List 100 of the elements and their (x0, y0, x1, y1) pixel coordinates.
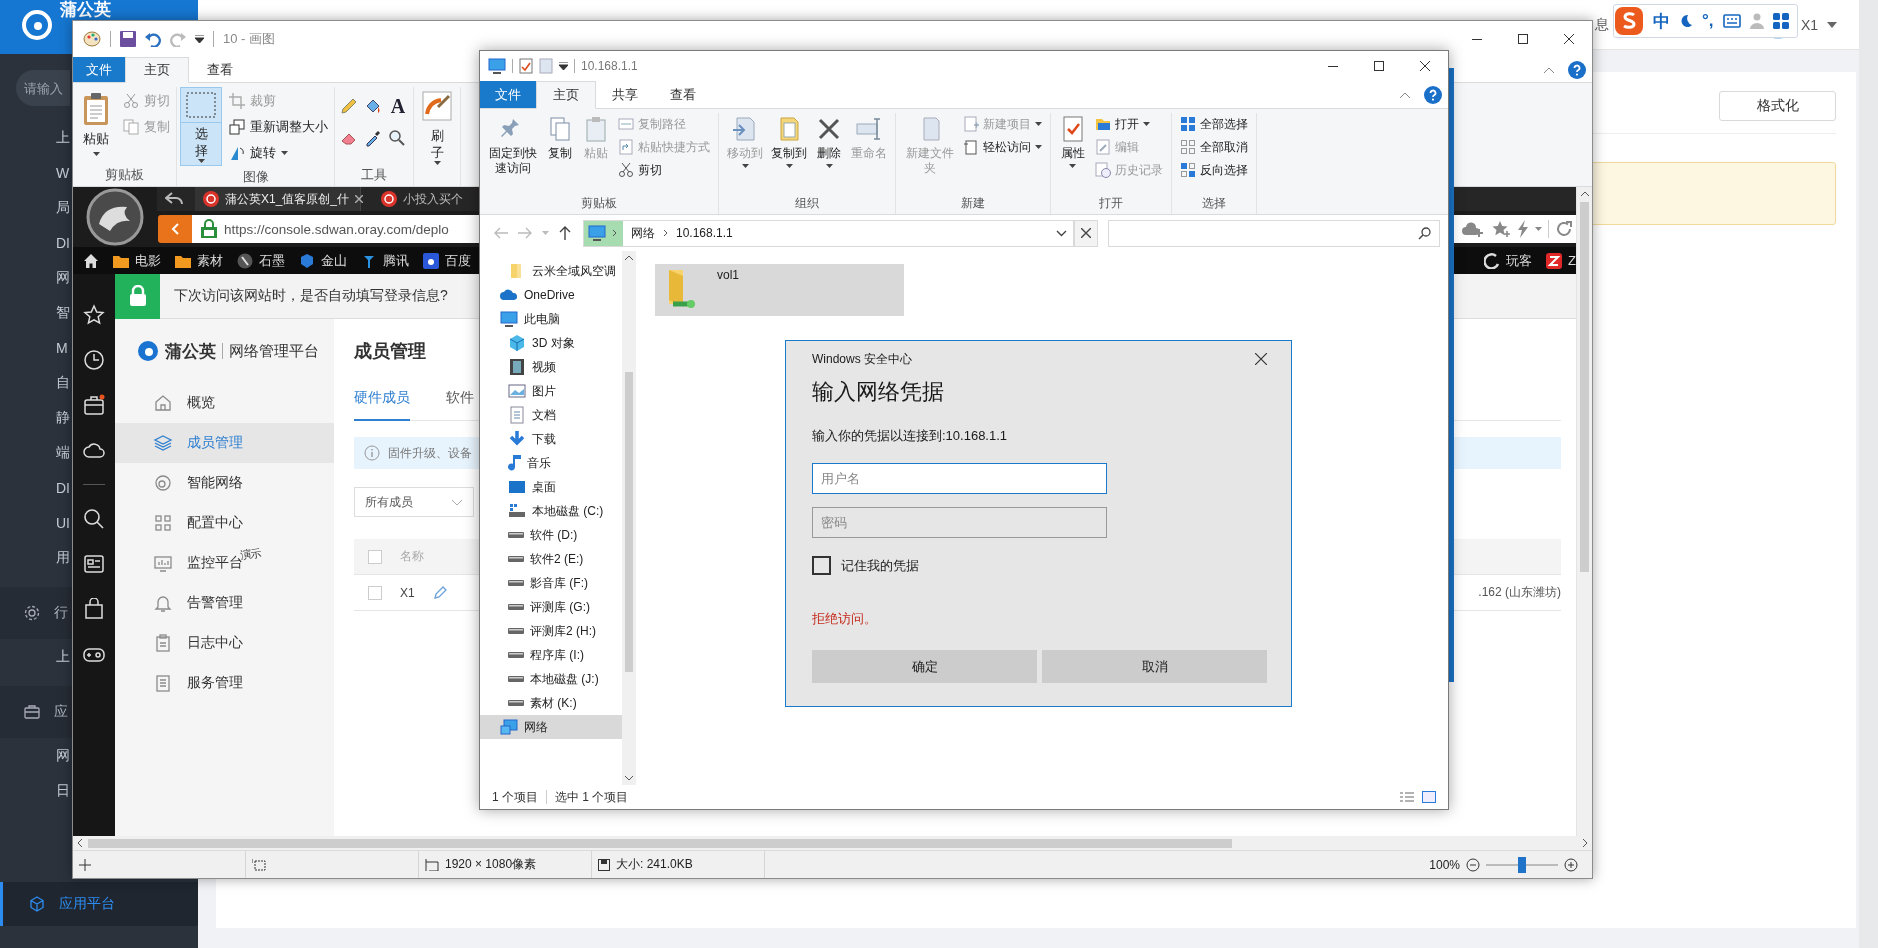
messages-link[interactable]: 息 (1594, 15, 1609, 34)
tab[interactable]: 硬件成员 (354, 389, 410, 421)
ribbon-button[interactable]: 属性 (1055, 113, 1090, 170)
bookmark[interactable]: 素材 (175, 251, 223, 270)
sidebar-item[interactable]: 行 (0, 587, 72, 639)
ribbon-button[interactable]: 剪切 (615, 159, 714, 181)
folder-item[interactable]: vol1 (655, 264, 904, 316)
keyboard-icon[interactable] (1722, 14, 1741, 28)
sidebar-item[interactable]: 应 (0, 686, 72, 738)
ribbon-tab[interactable]: 共享 (596, 81, 654, 108)
sidebar-item[interactable]: 用 (0, 540, 72, 575)
bookmark[interactable]: 腾讯 (361, 251, 409, 270)
nav-item[interactable]: 智能网络 (115, 463, 334, 503)
breadcrumb[interactable]: 10.168.1.1 (676, 226, 733, 240)
nav-pane-item[interactable]: 此电脑 (480, 307, 622, 331)
nav-pane-item[interactable]: 本地磁盘 (J:) (480, 667, 622, 691)
bookmark[interactable]: 玩客 (1484, 251, 1533, 270)
news-icon[interactable] (83, 553, 105, 575)
location-root[interactable] (584, 220, 623, 246)
checkbox-label[interactable]: 记住我的凭据 (841, 556, 919, 575)
ribbon-tab[interactable]: 主页 (536, 81, 596, 109)
zoom-in-icon[interactable] (1564, 857, 1578, 872)
nav-pane-item[interactable]: 图片 (480, 379, 622, 403)
close-icon[interactable] (1255, 353, 1267, 365)
sidebar-item[interactable]: 端 (0, 435, 72, 470)
properties-icon[interactable] (519, 58, 533, 74)
password-field[interactable]: 密码 (812, 507, 1107, 538)
sidebar-item[interactable]: 自 (0, 365, 72, 400)
history-dropdown-icon[interactable] (1056, 229, 1067, 237)
tab[interactable]: 软件 (446, 389, 474, 421)
clock-icon[interactable] (83, 349, 105, 371)
nav-item[interactable]: 监控平台 演示 (115, 543, 334, 583)
sidebar-item[interactable]: M (0, 330, 72, 365)
bookmark[interactable]: 百度 (423, 251, 471, 270)
ribbon-button[interactable]: 删除 (812, 113, 847, 170)
history-back-icon[interactable] (165, 192, 183, 206)
apps-grid-icon[interactable] (1772, 13, 1789, 29)
bookmark[interactable]: 电影 (113, 251, 161, 270)
username-field[interactable]: 用户名 (812, 463, 1107, 494)
vertical-scrollbar[interactable] (622, 251, 636, 785)
search-field[interactable] (1108, 219, 1440, 247)
sidebar-item[interactable]: 应用平台 (0, 882, 198, 926)
checkbox[interactable] (812, 556, 831, 575)
nav-item[interactable]: 概览 (115, 383, 334, 423)
browser-tab[interactable]: 蒲公英X1_值客原创_什 (195, 187, 361, 211)
nav-pane-item[interactable]: 评测库 (G:) (480, 595, 622, 619)
sogou-logo-icon[interactable] (1614, 6, 1644, 36)
ribbon-button[interactable]: 旋转 (226, 141, 331, 165)
up-arrow-icon[interactable] (559, 226, 571, 240)
maximize-icon[interactable] (1374, 61, 1384, 71)
sidebar-item[interactable]: 智 (0, 295, 72, 330)
sidebar-item[interactable]: 网 (0, 260, 72, 295)
sidebar-item[interactable]: 局 (0, 190, 72, 225)
nav-pane-item[interactable]: OneDrive (480, 283, 622, 307)
nav-pane-item[interactable]: 3D 对象 (480, 331, 622, 355)
ribbon-button[interactable]: 反向选择 (1176, 159, 1251, 181)
nav-item[interactable]: 告警管理 (115, 583, 334, 623)
nav-pane-item[interactable]: 本地磁盘 (C:) (480, 499, 622, 523)
nav-pane-item[interactable]: 下载 (480, 427, 622, 451)
file-menu-tab[interactable]: 文件 (73, 57, 125, 82)
close-tab-icon[interactable] (355, 195, 364, 203)
address-bar[interactable]: 网络 10.168.1.1 (583, 219, 1074, 247)
fill-bucket-icon[interactable] (364, 97, 382, 115)
sidebar-item[interactable]: DI (0, 470, 72, 505)
nav-item[interactable]: 配置中心 (115, 503, 334, 543)
search-icon[interactable] (83, 508, 105, 530)
ribbon-button[interactable]: 打开 (1091, 113, 1166, 135)
sidebar-item[interactable]: 静 (0, 400, 72, 435)
refresh-icon[interactable] (1555, 220, 1573, 238)
collapse-ribbon-icon[interactable] (1400, 91, 1410, 98)
sidebar-item[interactable]: 上 (0, 120, 72, 155)
slider-thumb[interactable] (1518, 856, 1526, 873)
magnifier-icon[interactable] (388, 129, 406, 147)
shopping-bag-icon[interactable] (83, 598, 105, 620)
input-language[interactable]: 中 (1653, 9, 1670, 33)
ribbon-button[interactable]: 固定到快速访问 (485, 113, 542, 178)
breadcrumb[interactable]: 网络 (631, 224, 655, 242)
nav-item[interactable]: 服务管理 (115, 663, 334, 703)
punctuation-mode[interactable]: °, (1702, 11, 1714, 31)
pencil-icon[interactable] (432, 585, 447, 600)
scrollbar[interactable] (1859, 0, 1878, 948)
nav-pane-item[interactable]: 桌面 (480, 475, 622, 499)
ribbon-button[interactable]: 粘贴 (76, 87, 116, 161)
star-icon[interactable] (83, 304, 105, 326)
help-icon[interactable] (1424, 85, 1442, 104)
customize-caret-icon[interactable] (559, 62, 568, 70)
help-icon[interactable] (1568, 60, 1586, 79)
ribbon-button[interactable]: 全部取消 (1176, 136, 1251, 158)
moon-icon[interactable] (1679, 14, 1693, 28)
ribbon-button[interactable]: 全部选择 (1176, 113, 1251, 135)
nav-pane-item[interactable]: 音乐 (480, 451, 622, 475)
close-icon[interactable] (1420, 61, 1430, 71)
ribbon-button[interactable]: 复制 (543, 113, 578, 163)
nav-pane-item[interactable]: 评测库2 (H:) (480, 619, 622, 643)
ok-button[interactable]: 确定 (812, 650, 1037, 683)
stop-button[interactable] (1074, 219, 1098, 247)
home-icon[interactable] (83, 252, 99, 269)
nav-pane-item[interactable]: 影音库 (F:) (480, 571, 622, 595)
close-icon[interactable] (1564, 34, 1574, 44)
bookmark[interactable]: Z (1546, 252, 1576, 269)
